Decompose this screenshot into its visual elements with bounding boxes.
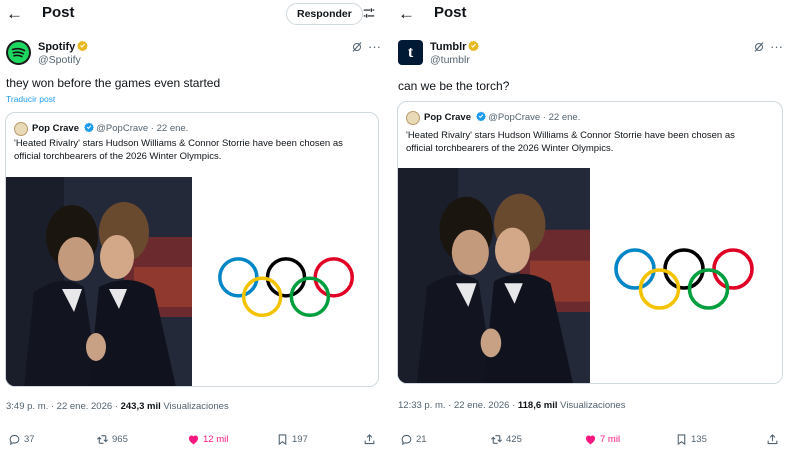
like-action[interactable]: 7 mil (584, 429, 620, 449)
olympic-rings-icon (610, 244, 760, 319)
tumblr-logo-icon: t (407, 44, 414, 61)
quote-handle-date: @PopCrave · 22 ene. (488, 112, 581, 123)
translate-post-link[interactable]: Traducir post (6, 94, 55, 104)
quote-text-line: official torchbearers of the 2026 Winter… (14, 150, 222, 162)
right-post-panel: ← Post t Tumblr @tumblr ··· can we be th… (392, 0, 800, 457)
share-action[interactable] (766, 429, 782, 449)
quoted-post[interactable]: Pop Crave @PopCrave · 22 ene. 'Heated Ri… (397, 101, 783, 384)
views-label: Visualizaciones (557, 400, 626, 411)
quote-text: 'Heated Rivalry' stars Hudson Williams &… (14, 138, 343, 163)
bookmark-icon (276, 433, 289, 446)
post-meta: 3:49 p. m. · 22 ene. 2026 · 243,3 mil Vi… (6, 401, 229, 412)
repost-count: 425 (506, 433, 522, 445)
verified-badge-icon (77, 40, 88, 51)
quote-text-line: 'Heated Rivalry' stars Hudson Williams &… (406, 130, 735, 141)
bookmark-action[interactable]: 135 (675, 429, 707, 449)
post-header: ← Post (392, 0, 800, 30)
reply-count: 37 (24, 433, 35, 445)
quote-text-line: 'Heated Rivalry' stars Hudson Williams &… (14, 138, 343, 149)
author-name[interactable]: Spotify (38, 40, 88, 53)
more-options-icon[interactable]: ··· (368, 39, 381, 54)
quote-author-name: Pop Crave (32, 123, 79, 134)
verified-badge-icon (84, 122, 94, 132)
reply-action[interactable]: 21 (400, 429, 427, 449)
views-count: 118,6 mil (517, 400, 558, 411)
repost-icon (490, 433, 503, 446)
like-count: 12 mil (203, 433, 229, 445)
quote-avatar (14, 122, 28, 136)
post-timestamp[interactable]: 3:49 p. m. · 22 ene. 2026 · (6, 401, 121, 412)
quote-photo[interactable] (6, 177, 192, 387)
avatar[interactable] (6, 40, 31, 65)
bookmark-action[interactable]: 197 (276, 429, 308, 449)
quote-header: Pop Crave @PopCrave · 22 ene. (32, 122, 188, 134)
verified-badge-icon (468, 40, 479, 51)
tweet-text: can we be the torch? (398, 79, 510, 93)
like-action[interactable]: 12 mil (187, 429, 228, 449)
reply-icon (8, 433, 21, 446)
heart-icon (187, 433, 200, 446)
reply-action[interactable]: 37 (8, 429, 35, 449)
more-options-icon[interactable]: ··· (770, 39, 783, 54)
quote-image-rings[interactable] (590, 168, 782, 383)
page-title: Post (42, 4, 75, 21)
quote-avatar (406, 111, 420, 125)
share-icon (363, 433, 376, 446)
verified-badge-icon (476, 111, 486, 121)
share-action[interactable] (363, 429, 379, 449)
quote-text-line: official torchbearers of the 2026 Winter… (406, 142, 614, 154)
bookmark-count: 197 (292, 433, 308, 445)
quoted-post[interactable]: Pop Crave @PopCrave · 22 ene. 'Heated Ri… (5, 112, 379, 387)
left-post-panel: ← Post Responder Spotify @Spotify ··· th… (0, 0, 388, 457)
repost-action[interactable]: 965 (96, 429, 128, 449)
spotify-logo-icon (8, 42, 29, 63)
post-timestamp[interactable]: 12:33 p. m. · 22 ene. 2026 · (398, 400, 518, 411)
author-name-text: Spotify (38, 41, 76, 53)
back-arrow-icon[interactable]: ← (398, 5, 418, 23)
bookmark-icon (675, 433, 688, 446)
heart-icon (584, 433, 597, 446)
quote-author-name: Pop Crave (424, 112, 471, 123)
reply-button[interactable]: Responder (286, 3, 363, 25)
page-title: Post (434, 4, 467, 21)
quote-header: Pop Crave @PopCrave · 22 ene. (424, 111, 580, 123)
quote-photo[interactable] (398, 168, 590, 384)
author-name-text: Tumblr (430, 41, 467, 53)
like-count: 7 mil (600, 433, 621, 445)
grok-icon[interactable] (351, 41, 363, 53)
tweet-text: they won before the games even started (6, 76, 221, 90)
tune-icon[interactable] (362, 6, 376, 20)
avatar[interactable]: t (398, 40, 423, 65)
repost-count: 965 (112, 433, 128, 445)
back-arrow-icon[interactable]: ← (6, 5, 26, 23)
author-handle[interactable]: @tumblr (430, 54, 470, 66)
quote-handle-date: @PopCrave · 22 ene. (96, 123, 189, 134)
reply-icon (400, 433, 413, 446)
action-bar: 21 425 7 mil 135 (392, 429, 800, 449)
bookmark-count: 135 (691, 433, 707, 445)
grok-icon[interactable] (753, 41, 765, 53)
post-meta: 12:33 p. m. · 22 ene. 2026 · 118,6 mil V… (398, 400, 625, 411)
share-icon (766, 433, 779, 446)
repost-action[interactable]: 425 (490, 429, 522, 449)
quote-text: 'Heated Rivalry' stars Hudson Williams &… (406, 130, 735, 155)
post-header: ← Post Responder (0, 0, 388, 30)
author-handle[interactable]: @Spotify (38, 54, 81, 66)
olympic-rings-icon (214, 253, 360, 326)
views-count: 243,3 mil (120, 401, 161, 412)
action-bar: 37 965 12 mil 197 (0, 429, 388, 449)
repost-icon (96, 433, 109, 446)
author-name[interactable]: Tumblr (430, 40, 479, 53)
quote-image-rings[interactable] (192, 177, 378, 386)
views-label: Visualizaciones (160, 401, 229, 412)
reply-count: 21 (416, 433, 427, 445)
